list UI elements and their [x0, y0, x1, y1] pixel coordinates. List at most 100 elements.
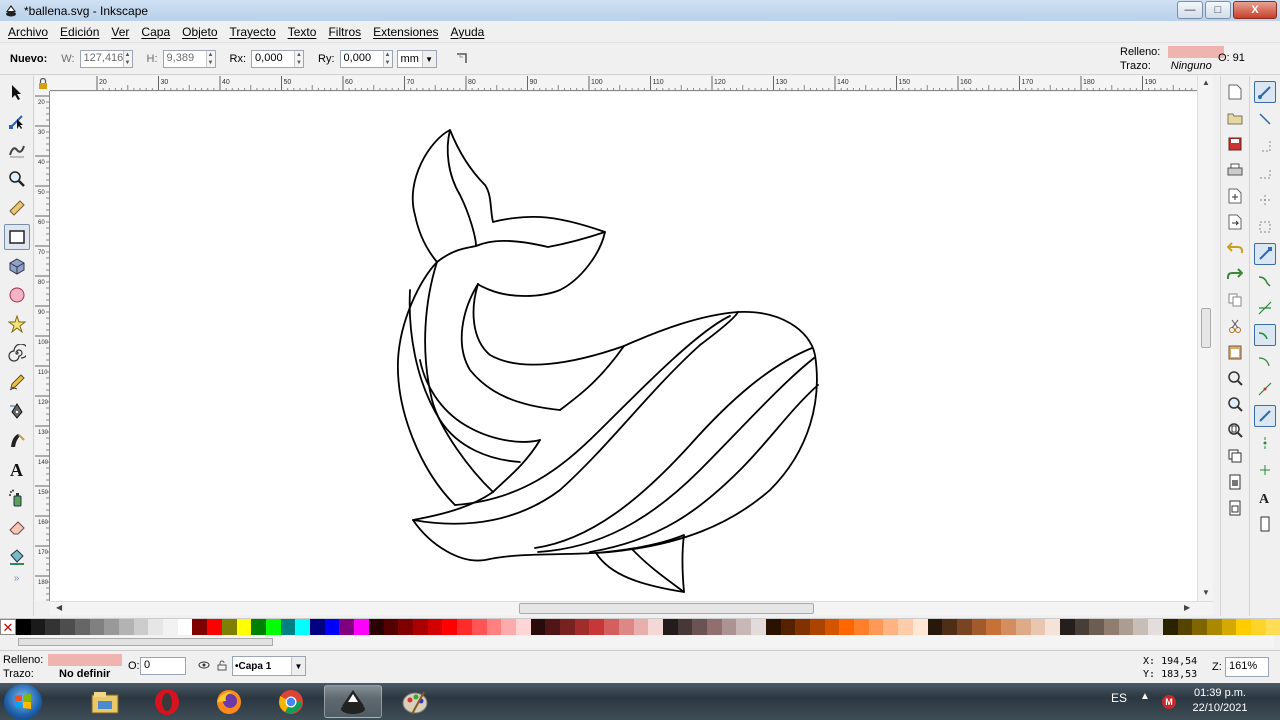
color-swatch[interactable] [1015, 619, 1031, 635]
undo-icon[interactable] [1225, 238, 1245, 258]
reset-corners-icon[interactable] [455, 51, 469, 68]
menu-trayecto[interactable]: Trayecto [226, 25, 284, 39]
snap-text-baseline-icon[interactable] [1254, 459, 1276, 481]
chrome-icon[interactable] [262, 685, 320, 718]
redo-icon[interactable] [1225, 264, 1245, 284]
color-swatch[interactable] [1030, 619, 1046, 635]
cut-icon[interactable] [1225, 316, 1245, 336]
color-swatch[interactable] [339, 619, 355, 635]
menu-archivo[interactable]: Archivo [4, 25, 56, 39]
color-swatch[interactable] [721, 619, 737, 635]
menu-edicion[interactable]: Edición [56, 25, 107, 39]
vertical-ruler[interactable]: 20 30 40 50 60 70 80 90 100 110 120 130 140 150 160 170… [35, 91, 50, 601]
color-swatch[interactable] [236, 619, 252, 635]
open-document-icon[interactable] [1225, 108, 1245, 128]
selector-tool-icon[interactable] [4, 79, 30, 105]
opera-icon[interactable] [138, 685, 196, 718]
status-opacity-value[interactable]: 0 [144, 659, 150, 671]
color-swatch[interactable] [751, 619, 766, 635]
color-swatch[interactable] [427, 619, 443, 635]
whale-drawing[interactable] [50, 92, 1197, 601]
status-stroke-value[interactable]: No definir [59, 668, 110, 680]
zoom-selection-icon[interactable] [1225, 368, 1245, 388]
paint-icon[interactable] [386, 685, 444, 718]
zoom-value[interactable]: 161% [1229, 660, 1257, 672]
color-swatch[interactable] [957, 619, 972, 635]
color-swatch[interactable] [604, 619, 619, 635]
color-swatch[interactable] [1251, 619, 1266, 635]
text-tool-icon[interactable]: A [4, 456, 30, 482]
node-tool-icon[interactable] [4, 108, 30, 134]
color-swatch[interactable] [148, 619, 164, 635]
color-swatch[interactable] [324, 619, 340, 635]
menu-capa[interactable]: Capa [137, 25, 178, 39]
snap-bbox-icon[interactable] [1254, 108, 1276, 130]
height-spin-arrows-icon[interactable]: ▲ ▼ [205, 51, 215, 67]
rx-value[interactable]: 0,000 [252, 51, 294, 67]
snap-nodes-icon[interactable] [1254, 243, 1276, 265]
ruler-corner-lock-icon[interactable] [35, 76, 50, 91]
layer-selector[interactable]: •Capa 1 ▼ [232, 656, 306, 676]
color-swatch[interactable] [971, 619, 987, 635]
maximize-button[interactable]: □ [1205, 1, 1231, 19]
status-fill-swatch[interactable] [48, 654, 122, 666]
fill-swatch[interactable] [1168, 46, 1225, 58]
color-swatch[interactable] [545, 619, 561, 635]
height-value[interactable]: 9,389 [164, 51, 206, 67]
rect-tool-icon[interactable] [4, 224, 30, 250]
color-swatch[interactable] [1133, 619, 1149, 635]
snap-bbox-center-icon[interactable] [1254, 216, 1276, 238]
color-swatch[interactable] [1074, 619, 1090, 635]
zoom-drawing-icon[interactable] [1225, 394, 1245, 414]
tray-expand-icon[interactable]: ▲ [1140, 691, 1150, 702]
color-swatch[interactable] [809, 619, 825, 635]
color-swatch[interactable] [633, 619, 649, 635]
color-swatch[interactable] [589, 619, 605, 635]
unit-select[interactable]: mm ▼ [396, 50, 437, 68]
color-swatch[interactable] [677, 619, 693, 635]
color-swatch[interactable] [662, 619, 678, 635]
snap-smooth-nodes-icon[interactable] [1254, 351, 1276, 373]
color-swatch[interactable] [839, 619, 855, 635]
menu-objeto[interactable]: Objeto [178, 25, 225, 39]
snap-enable-icon[interactable] [1254, 81, 1276, 103]
color-swatch[interactable] [560, 619, 575, 635]
menu-ver[interactable]: Ver [107, 25, 137, 39]
color-swatch[interactable] [280, 619, 296, 635]
color-swatch[interactable] [104, 619, 119, 635]
color-swatch[interactable] [1118, 619, 1134, 635]
no-color-swatch-icon[interactable]: ✕ [0, 619, 16, 635]
color-swatch[interactable] [986, 619, 1002, 635]
color-swatch[interactable] [942, 619, 957, 635]
layer-lock-icon[interactable] [217, 659, 227, 674]
color-swatch[interactable] [295, 619, 311, 635]
color-swatch[interactable] [515, 619, 531, 635]
start-button[interactable] [4, 684, 42, 720]
status-opacity-input[interactable]: 0 [140, 657, 186, 675]
spray-tool-icon[interactable] [4, 485, 30, 511]
save-icon[interactable] [1225, 134, 1245, 154]
rx-spin-arrows-icon[interactable]: ▲ ▼ [294, 51, 304, 67]
snap-midpoints-icon[interactable] [1254, 378, 1276, 400]
color-swatch[interactable] [501, 619, 516, 635]
color-swatch[interactable] [883, 619, 899, 635]
spiral-tool-icon[interactable] [4, 340, 30, 366]
snap-objects-center-icon[interactable] [1254, 405, 1276, 427]
color-swatch[interactable] [1206, 619, 1222, 635]
color-swatch[interactable] [736, 619, 752, 635]
print-icon[interactable] [1225, 160, 1245, 180]
menu-texto[interactable]: Texto [284, 25, 325, 39]
vertical-scroll-thumb[interactable] [1201, 308, 1211, 348]
duplicate-icon[interactable] [1225, 446, 1245, 466]
pen-tool-icon[interactable] [4, 398, 30, 424]
color-swatch[interactable] [574, 619, 590, 635]
color-swatch[interactable] [1059, 619, 1075, 635]
snap-page-border-icon[interactable]: A [1254, 486, 1276, 508]
menu-ayuda[interactable]: Ayuda [447, 25, 493, 39]
color-swatch[interactable] [207, 619, 222, 635]
color-swatch[interactable] [486, 619, 502, 635]
ry-spin-arrows-icon[interactable]: ▲ ▼ [382, 51, 392, 67]
color-swatch[interactable] [692, 619, 708, 635]
color-swatch[interactable] [1104, 619, 1119, 635]
snap-bbox-midpoint-icon[interactable] [1254, 189, 1276, 211]
